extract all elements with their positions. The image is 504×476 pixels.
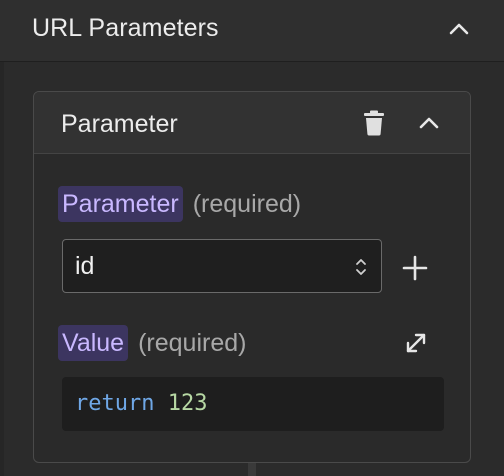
chevron-up-icon[interactable] — [448, 18, 470, 40]
required-hint: (required) — [138, 328, 247, 357]
url-parameters-panel: URL Parameters Parameter Parameter (requ… — [0, 0, 504, 476]
parameter-select[interactable]: id — [62, 239, 382, 293]
parameter-card-header[interactable]: Parameter — [34, 92, 470, 154]
required-hint: (required) — [192, 189, 302, 218]
trash-icon[interactable] — [362, 110, 386, 136]
parameter-select-value: id — [75, 252, 95, 280]
updown-chevron-icon — [355, 256, 367, 278]
url-parameters-header[interactable]: URL Parameters — [0, 0, 504, 62]
value-label: Value — [58, 325, 129, 361]
expand-icon[interactable] — [404, 331, 428, 355]
code-keyword: return — [75, 391, 155, 416]
parameter-card-title: Parameter — [61, 110, 178, 138]
parameter-card: Parameter Parameter (required) id Value … — [33, 91, 471, 463]
parameter-label-row: Parameter (required) — [58, 186, 301, 222]
value-label-row: Value (required) — [58, 325, 246, 361]
parameter-label: Parameter — [58, 186, 183, 222]
section-title: URL Parameters — [32, 14, 219, 42]
value-code-editor[interactable]: return 123 — [62, 377, 444, 431]
plus-icon[interactable] — [402, 255, 428, 281]
chevron-up-icon[interactable] — [418, 112, 440, 134]
connector-tick — [248, 463, 256, 476]
code-number: 123 — [167, 391, 208, 416]
section-rail — [0, 62, 4, 476]
